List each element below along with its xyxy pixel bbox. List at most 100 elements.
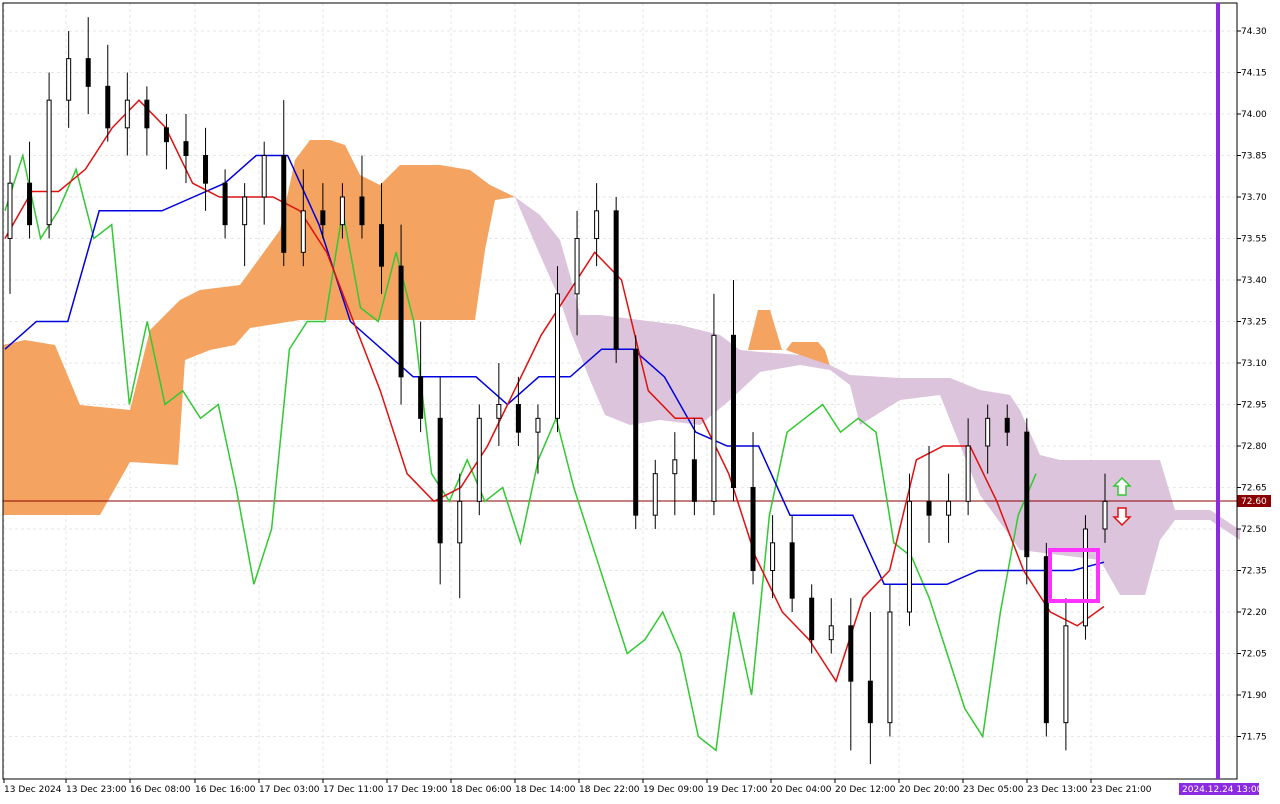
candle-body-bear (613, 210, 619, 350)
chart-canvas[interactable]: 72.60 74.30 74.15 74.00 73.85 73.70 73.55 73.4… (0, 0, 1280, 800)
candle-body-bull (887, 611, 893, 724)
candle-body-bull (339, 196, 345, 226)
candle-body-bear (848, 625, 854, 682)
candle-body-bull (828, 625, 834, 641)
candle-body-bear (359, 196, 365, 226)
candle-body-bull (1082, 528, 1088, 627)
candle-body-bear (418, 376, 424, 419)
candle-body-bear (163, 127, 169, 143)
candle-body-bull (906, 500, 912, 613)
y-tick-label: 74.00 (1241, 110, 1267, 120)
candle-body-bull (7, 182, 13, 240)
x-tick-label: 17 Dec 03:00 (259, 785, 320, 795)
x-tick-label: 23 Dec 05:00 (963, 785, 1024, 795)
candle-body-bull (124, 99, 130, 129)
x-tick-label: 23 Dec 21:00 (1091, 785, 1152, 795)
candle-body-bear (320, 210, 326, 226)
candle-body-bull (496, 404, 502, 419)
candle-body-bull (946, 500, 952, 516)
candle-body-bear (750, 487, 756, 571)
x-tick-label: 18 Dec 22:00 (579, 785, 640, 795)
candle-body-bear (222, 182, 228, 226)
y-tick-label: 72.50 (1241, 525, 1267, 535)
y-tick-label: 73.40 (1241, 276, 1267, 286)
candle-body-bear (867, 680, 873, 724)
candle-body-bull (985, 417, 991, 447)
y-tick-label: 71.90 (1241, 691, 1267, 701)
x-tick-label: 20 Dec 20:00 (899, 785, 960, 795)
x-tick-label: 17 Dec 19:00 (387, 785, 448, 795)
candle-body-bear (789, 542, 795, 599)
candle-body-bull (1063, 625, 1069, 724)
x-tick-label: 18 Dec 14:00 (515, 785, 576, 795)
x-tick-label: 16 Dec 08:00 (130, 785, 191, 795)
time-marker-label: 2024.12.24 13:00 (1182, 785, 1263, 795)
candle-body-bull (594, 210, 600, 239)
candle-body-bear (633, 348, 639, 516)
x-tick-label: 18 Dec 06:00 (451, 785, 512, 795)
current-price-label: 72.60 (1241, 497, 1267, 507)
y-tick-label: 72.05 (1241, 650, 1267, 660)
x-tick-label: 13 Dec 23:00 (66, 785, 127, 795)
candle-body-bear (27, 182, 33, 226)
y-tick-label: 73.70 (1241, 193, 1267, 203)
candle-body-bull (300, 210, 306, 253)
candle-body-bear (1024, 431, 1030, 558)
candle-body-bear (398, 265, 404, 378)
candle-body-bear (809, 597, 815, 641)
x-tick-label: 19 Dec 17:00 (707, 785, 768, 795)
candle-body-bear (691, 459, 697, 502)
candle-body-bear (203, 155, 209, 184)
candle[interactable] (1082, 515, 1088, 640)
y-tick-label: 72.35 (1241, 567, 1267, 577)
candle-body-bull (66, 58, 72, 101)
y-tick-label: 74.30 (1241, 27, 1267, 37)
y-tick-label: 72.20 (1241, 608, 1267, 618)
candle-body-bear (281, 155, 287, 253)
y-tick-label: 71.75 (1241, 733, 1267, 743)
x-tick-label: 19 Dec 09:00 (643, 785, 704, 795)
candle-body-bull (242, 196, 248, 226)
candle-body-bear (1004, 417, 1010, 433)
candle-body-bull (457, 500, 463, 544)
candle-body-bear (437, 417, 443, 544)
candle-body-bull (672, 459, 678, 475)
y-tick-label: 72.65 (1241, 484, 1267, 494)
candle-body-bear (85, 58, 91, 87)
candle-body-bear (144, 99, 150, 129)
y-tick-label: 73.10 (1241, 359, 1267, 369)
x-tick-label: 20 Dec 12:00 (835, 785, 896, 795)
candle[interactable] (1043, 542, 1049, 737)
candle-body-bull (555, 293, 560, 419)
x-tick-label: 23 Dec 13:00 (1027, 785, 1088, 795)
candle[interactable] (633, 335, 639, 529)
y-tick-label: 73.55 (1241, 235, 1267, 245)
y-tick-label: 72.95 (1241, 401, 1267, 411)
candle-body-bear (105, 85, 111, 129)
candle-body-bear (379, 224, 385, 267)
candle-body-bull (770, 542, 776, 571)
ichimoku-chart[interactable]: 72.60 74.30 74.15 74.00 73.85 73.70 73.55 73.4… (0, 0, 1280, 800)
candle-body-bull (261, 155, 267, 198)
candle-body-bull (711, 334, 717, 502)
y-tick-label: 74.15 (1241, 69, 1267, 79)
candle[interactable] (613, 197, 619, 363)
candle-body-bear (1043, 556, 1049, 724)
candle-body-bear (926, 500, 932, 516)
candle-body-bull (46, 99, 52, 226)
candle-body-bull (652, 473, 658, 516)
candle[interactable] (476, 404, 482, 516)
candle-body-bear (183, 141, 189, 157)
candle-body-bull (965, 445, 971, 502)
candle-body-bull (476, 417, 482, 502)
y-tick-label: 72.80 (1241, 442, 1267, 452)
x-tick-label: 17 Dec 11:00 (323, 785, 384, 795)
y-tick-label: 73.85 (1241, 152, 1267, 162)
candle-body-bear (515, 404, 521, 433)
candle-body-bull (574, 238, 580, 295)
candle-body-bull (1102, 500, 1108, 530)
x-tick-label: 13 Dec 2024 (4, 785, 62, 795)
x-tick-label: 16 Dec 16:00 (195, 785, 256, 795)
y-tick-label: 73.25 (1241, 318, 1267, 328)
candle-body-bull (535, 417, 541, 433)
